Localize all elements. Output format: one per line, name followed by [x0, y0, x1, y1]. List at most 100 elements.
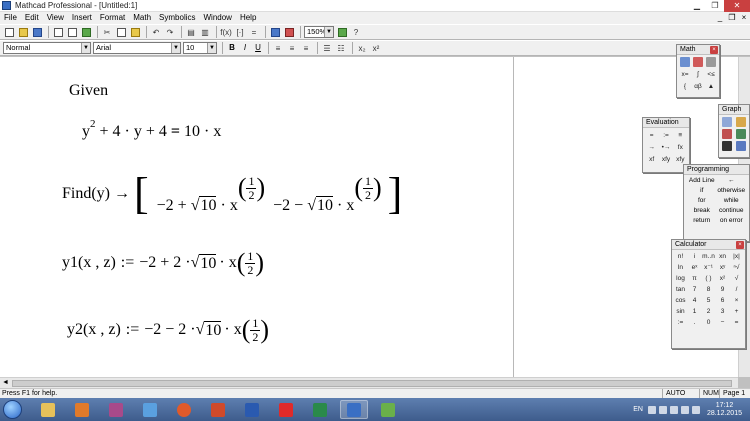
evaluation-toolbar-icon[interactable]: x=	[679, 69, 691, 80]
menu-file[interactable]: File	[0, 12, 21, 24]
given-keyword[interactable]: Given	[69, 82, 108, 100]
horizontal-scrollbar[interactable]: ◄	[0, 377, 738, 388]
math-palette-header[interactable]: Math ×	[677, 45, 719, 55]
new-document-icon[interactable]	[3, 26, 15, 38]
firefox-taskbar-icon[interactable]	[170, 400, 198, 419]
calculator-key[interactable]: 9	[716, 284, 729, 295]
cut-icon[interactable]: ✂	[101, 26, 113, 38]
powerpoint-taskbar-icon[interactable]	[204, 400, 232, 419]
mathcad-taskbar-icon[interactable]	[340, 400, 368, 419]
calculator-key[interactable]: π	[688, 273, 701, 284]
while-button[interactable]: while	[717, 197, 747, 204]
constraint-equation[interactable]: y2 + 4 · y + 4 = 10 · x	[82, 118, 221, 141]
graph-toolbar-icon[interactable]	[692, 57, 704, 68]
calculator-key[interactable]: xʸ	[716, 262, 729, 273]
explorer-taskbar-icon[interactable]	[34, 400, 62, 419]
calculator-key[interactable]: cos	[674, 295, 687, 306]
graph-palette[interactable]: Graph	[718, 104, 750, 158]
calculator-key[interactable]: :=	[674, 317, 687, 328]
global-definition-button[interactable]: ≡	[674, 130, 687, 141]
volume-icon[interactable]	[691, 405, 700, 414]
tray-app-icon-2[interactable]	[669, 405, 678, 414]
zoom-select[interactable]: 150% ▼	[304, 26, 334, 38]
bold-button[interactable]: B	[226, 42, 238, 54]
return-button[interactable]: return	[687, 217, 717, 224]
calculator-key[interactable]: x²	[716, 273, 729, 284]
subscript-icon[interactable]: x₂	[356, 42, 368, 54]
on-error-button[interactable]: on error	[717, 217, 747, 224]
save-icon[interactable]	[31, 26, 43, 38]
calculator-key[interactable]: 1	[688, 306, 701, 317]
numbering-icon[interactable]: ☷	[335, 42, 347, 54]
media-player-taskbar-icon[interactable]	[68, 400, 96, 419]
style-select[interactable]: Normal ▼	[3, 42, 91, 54]
calculator-key[interactable]: −	[716, 317, 729, 328]
paint-taskbar-icon[interactable]	[374, 400, 402, 419]
calculator-key[interactable]: sin	[674, 306, 687, 317]
evaluate-equals-button[interactable]: =	[645, 130, 658, 141]
calculator-key[interactable]: m..n	[702, 251, 715, 262]
calculator-key[interactable]: log	[674, 273, 687, 284]
prefix-operator-button[interactable]: fx	[674, 142, 687, 153]
continue-button[interactable]: continue	[717, 207, 747, 214]
boolean-toolbar-icon[interactable]: <≤	[705, 69, 717, 80]
contour-plot-icon[interactable]	[735, 129, 748, 140]
mathcad-app-icon[interactable]	[2, 1, 11, 10]
calculator-key[interactable]: ln	[674, 262, 687, 273]
network-icon[interactable]	[680, 405, 689, 414]
underline-button[interactable]: U	[252, 42, 264, 54]
calculator-key[interactable]: tan	[674, 284, 687, 295]
calculator-toolbar-icon[interactable]	[679, 57, 691, 68]
insert-graph-icon[interactable]	[269, 26, 281, 38]
doc-close-button[interactable]: ×	[738, 12, 750, 24]
calculator-key[interactable]: 8	[702, 284, 715, 295]
calculator-key[interactable]: eˣ	[688, 262, 701, 273]
postfix-operator-button[interactable]: xf	[645, 154, 658, 165]
menu-window[interactable]: Window	[200, 12, 236, 24]
calculator-key[interactable]: x⁻¹	[702, 262, 715, 273]
redo-icon[interactable]: ↷	[164, 26, 176, 38]
definition-button[interactable]: :=	[659, 130, 672, 141]
tray-arrow-icon[interactable]	[647, 405, 656, 414]
yandex-taskbar-icon[interactable]	[272, 400, 300, 419]
calculator-key[interactable]: ×	[730, 295, 743, 306]
language-indicator[interactable]: EN	[633, 406, 643, 413]
word-taskbar-icon[interactable]	[238, 400, 266, 419]
menu-format[interactable]: Format	[96, 12, 129, 24]
align-down-icon[interactable]: ▥	[199, 26, 211, 38]
y1-definition[interactable]: y1(x , z) := −2 + 2 · √ 10 · x (1 2)	[62, 238, 264, 288]
symbolic-keyword-button[interactable]: •→	[659, 142, 672, 153]
programming-palette-header[interactable]: Programming	[684, 165, 749, 175]
calculator-key[interactable]: ⁿ√	[730, 262, 743, 273]
menu-symbolics[interactable]: Symbolics	[155, 12, 199, 24]
calculator-key[interactable]: n!	[674, 251, 687, 262]
add-line-button[interactable]: Add Line	[687, 177, 717, 184]
local-assign-button[interactable]: ←	[717, 177, 747, 184]
surface-plot-icon[interactable]	[721, 129, 734, 140]
close-icon[interactable]: ×	[710, 46, 718, 54]
minimize-button[interactable]: ▁	[688, 0, 706, 12]
evaluation-palette-header[interactable]: Evaluation	[643, 118, 689, 128]
align-left-icon[interactable]: ≡	[272, 42, 284, 54]
greek-toolbar-icon[interactable]: αβ	[692, 81, 704, 92]
superscript-icon[interactable]: x²	[370, 42, 382, 54]
close-button[interactable]: ✕	[724, 0, 750, 12]
break-button[interactable]: break	[687, 207, 717, 214]
calculator-key[interactable]: i	[688, 251, 701, 262]
scroll-left-icon[interactable]: ◄	[2, 379, 9, 386]
calculator-key[interactable]: 2	[702, 306, 715, 317]
calculator-key[interactable]: /	[730, 284, 743, 295]
calculator-key[interactable]: 7	[688, 284, 701, 295]
copy-icon[interactable]	[115, 26, 127, 38]
calculator-key[interactable]: 0	[702, 317, 715, 328]
calculator-key[interactable]: =	[730, 317, 743, 328]
italic-button[interactable]: I	[239, 42, 251, 54]
infix-operator-button[interactable]: xfy	[659, 154, 672, 165]
calculator-key[interactable]: xn	[716, 251, 729, 262]
calculator-key[interactable]: 3	[716, 306, 729, 317]
menu-view[interactable]: View	[43, 12, 68, 24]
calculator-key[interactable]: √	[730, 273, 743, 284]
insert-component-icon[interactable]	[283, 26, 295, 38]
math-palette[interactable]: Math × x= ∫ <≤ { αβ ▲	[676, 44, 720, 98]
calculator-key[interactable]: |x|	[730, 251, 743, 262]
